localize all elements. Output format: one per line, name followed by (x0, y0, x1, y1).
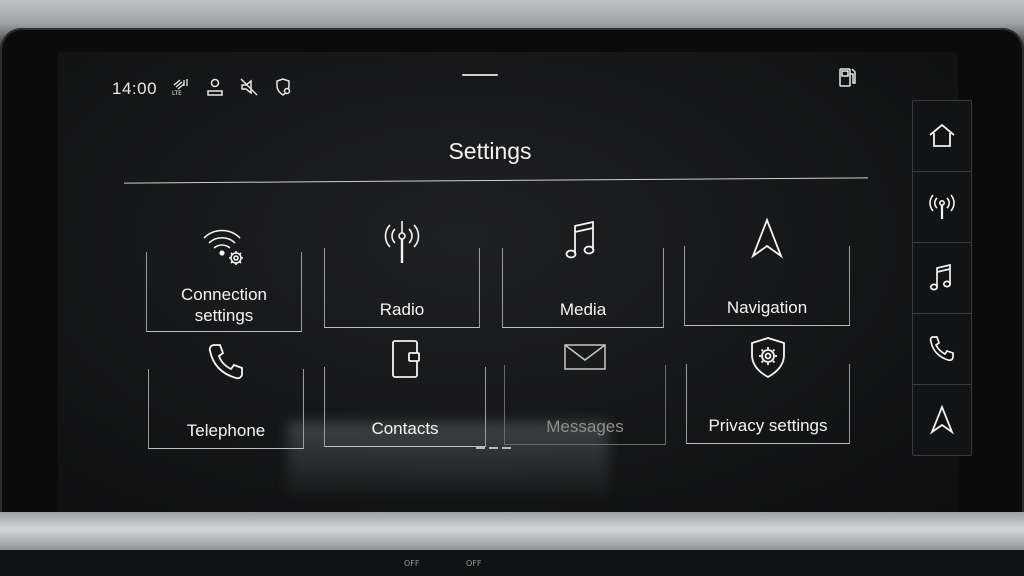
console-off-label: OFF (404, 559, 420, 568)
tile-connection-settings[interactable]: Connection settings (146, 222, 302, 332)
rail-phone-button[interactable] (913, 314, 971, 385)
page-dot (489, 447, 498, 449)
phone-handset-icon (929, 336, 954, 362)
user-profile-icon[interactable] (205, 77, 225, 102)
rail-navigation-button[interactable] (913, 385, 971, 455)
console-off-label: OFF (466, 559, 482, 568)
tile-label: Messages (546, 417, 624, 436)
tile-label: Radio (379, 300, 425, 319)
envelope-icon (559, 335, 611, 383)
tile-label: Contacts (371, 419, 439, 438)
speaker-muted-icon[interactable] (239, 77, 259, 102)
location-privacy-icon[interactable] (273, 77, 293, 102)
rail-home-button[interactable] (913, 101, 971, 172)
shortcut-rail (912, 100, 972, 456)
radio-antenna-icon (376, 218, 428, 266)
climate-console: OFF OFF (0, 550, 1024, 576)
tile-messages[interactable]: Messages (504, 335, 666, 445)
tile-label: Privacy settings (708, 416, 828, 435)
tile-contacts[interactable]: Contacts (324, 337, 486, 447)
tile-privacy-settings[interactable]: Privacy settings (686, 334, 850, 444)
home-icon (929, 123, 955, 147)
status-bar: 14:00 LTE (112, 74, 293, 104)
tile-media[interactable]: Media (502, 218, 664, 328)
tile-label: Connection settings (180, 285, 267, 325)
page-dot (502, 447, 511, 449)
radio-antenna-icon (929, 194, 955, 219)
shield-gear-icon (742, 334, 794, 382)
rail-media-button[interactable] (913, 243, 971, 314)
page-dot (476, 447, 485, 449)
fuel-pump-icon (839, 68, 856, 87)
navigation-arrow-icon (741, 216, 793, 264)
drawer-handle[interactable] (462, 74, 498, 76)
page-indicator (476, 447, 511, 449)
tile-label: Telephone (186, 421, 266, 440)
tile-label: Media (559, 300, 607, 319)
infotainment-screen: 14:00 LTE Settings Connection settings R… (58, 52, 958, 518)
music-note-icon (929, 263, 952, 291)
svg-text:LTE: LTE (172, 90, 182, 97)
tile-radio[interactable]: Radio (324, 218, 480, 328)
title-divider (124, 177, 868, 184)
address-book-icon (379, 337, 431, 385)
music-note-icon (557, 218, 609, 266)
tile-navigation[interactable]: Navigation (684, 216, 850, 326)
page-title: Settings (448, 138, 532, 164)
rail-radio-button[interactable] (913, 172, 971, 243)
wifi-gear-icon (198, 222, 250, 270)
navigation-arrow-icon (930, 404, 954, 435)
signal-lte-icon: LTE (171, 77, 191, 102)
trim-strip (0, 512, 1024, 550)
phone-handset-icon (200, 339, 252, 387)
tile-telephone[interactable]: Telephone (148, 339, 304, 449)
tile-label: Navigation (726, 298, 808, 317)
status-time: 14:00 (112, 79, 158, 98)
